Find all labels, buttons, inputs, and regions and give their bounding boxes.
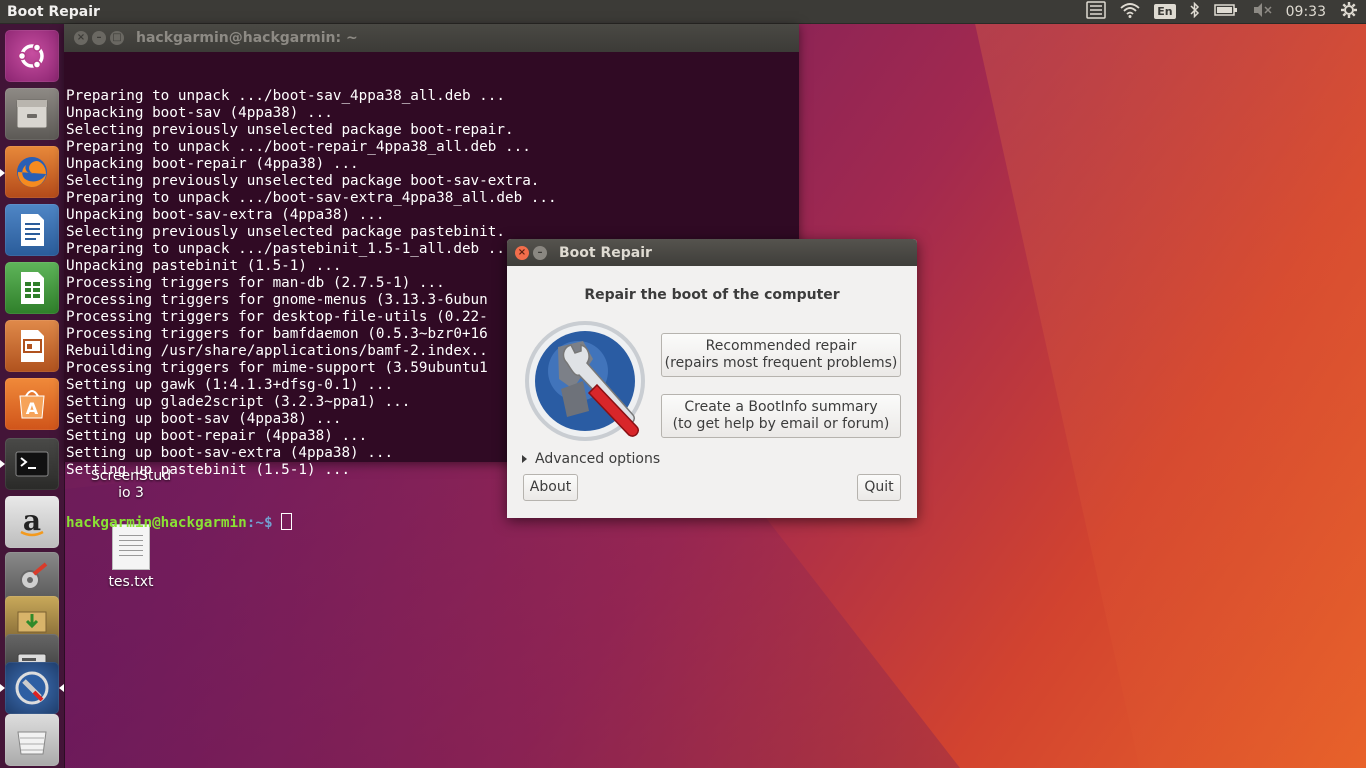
button-sublabel: (to get help by email or forum) [672, 416, 890, 432]
boot-repair-dialog[interactable]: × – Boot Repair Repair the boot of the c… [507, 239, 917, 518]
session-gear-icon[interactable] [1340, 1, 1358, 23]
boot-repair-logo-icon [525, 321, 645, 441]
keyboard-layout-indicator[interactable]: En [1154, 4, 1176, 19]
ubuntu-dash-icon [17, 43, 44, 69]
firefox-icon [17, 157, 47, 188]
writer-icon [21, 214, 44, 246]
clock[interactable]: 09:33 [1286, 4, 1326, 20]
trash-icon [17, 731, 47, 755]
amazon-icon: a [20, 504, 44, 537]
terminal-button[interactable] [5, 438, 59, 490]
dialog-heading: Repair the boot of the computer [584, 287, 840, 303]
maximize-icon[interactable]: □ [110, 31, 124, 45]
terminal-line: Unpacking boot-sav (4ppa38) ... [66, 105, 333, 121]
button-label: Create a BootInfo summary [684, 399, 878, 415]
active-app-title: Boot Repair [7, 3, 100, 20]
dialog-titlebar[interactable]: × – Boot Repair [507, 239, 917, 266]
terminal-title: hackgarmin@hackgarmin: ~ [136, 30, 358, 46]
terminal-line: Selecting previously unselected package … [66, 173, 540, 189]
files-icon [16, 99, 48, 129]
unity-launcher: A a [0, 24, 65, 768]
wifi-icon[interactable] [1120, 2, 1140, 22]
prompt-path: :~$ [246, 515, 282, 531]
trash-button[interactable] [5, 714, 59, 766]
prompt-user: hackgarmin@hackgarmin [66, 515, 247, 531]
system-settings-icon [20, 562, 48, 590]
minimize-icon[interactable]: – [92, 31, 106, 45]
recommended-repair-button[interactable]: Recommended repair (repairs most frequen… [661, 333, 901, 377]
close-icon[interactable]: × [515, 245, 529, 260]
top-panel: Boot Repair En 09:33 [0, 0, 1366, 24]
boot-repair-icon [15, 671, 49, 705]
firefox-button[interactable] [5, 146, 59, 198]
bluetooth-icon[interactable] [1190, 1, 1200, 22]
terminal-titlebar[interactable]: × – □ hackgarmin@hackgarmin: ~ [64, 24, 799, 52]
calc-icon [21, 272, 44, 304]
libreoffice-writer-button[interactable] [5, 204, 59, 256]
terminal-line: Preparing to unpack .../boot-sav_4ppa38_… [66, 88, 505, 104]
software-center-icon: A [19, 390, 45, 419]
button-sublabel: (repairs most frequent problems) [664, 355, 898, 371]
button-label: Recommended repair [705, 338, 857, 354]
impress-icon [21, 330, 44, 362]
terminal-line: Preparing to unpack .../boot-repair_4ppa… [66, 139, 531, 155]
close-icon[interactable]: × [74, 31, 88, 45]
expander-arrow-icon [522, 455, 527, 463]
minimize-icon[interactable]: – [533, 245, 547, 260]
terminal-cursor [281, 513, 293, 530]
advanced-options-label: Advanced options [535, 451, 661, 467]
svg-text:a: a [23, 504, 41, 537]
libreoffice-impress-button[interactable] [5, 320, 59, 372]
software-center-button[interactable]: A [5, 378, 59, 430]
libreoffice-calc-button[interactable] [5, 262, 59, 314]
advanced-options-expander[interactable]: Advanced options [522, 451, 660, 467]
terminal-line: Unpacking boot-sav-extra (4ppa38) ... [66, 207, 385, 223]
battery-icon[interactable] [1213, 3, 1238, 21]
dialog-title: Boot Repair [559, 244, 652, 261]
quit-button[interactable]: Quit [857, 474, 901, 501]
amazon-button[interactable]: a [5, 496, 59, 548]
terminal-line: Selecting previously unselected package … [66, 122, 514, 138]
terminal-line: Preparing to unpack .../boot-sav-extra_4… [66, 190, 557, 206]
indicator-area: En 09:33 [1086, 0, 1366, 23]
terminal-line: Unpacking boot-repair (4ppa38) ... [66, 156, 359, 172]
desktop-icon-label: tes.txt [108, 574, 154, 590]
create-bootinfo-summary-button[interactable]: Create a BootInfo summary (to get help b… [661, 394, 901, 438]
boot-repair-launcher-button[interactable] [5, 662, 59, 714]
volume-muted-icon[interactable] [1252, 2, 1272, 22]
ubuntu-dash-button[interactable] [5, 30, 59, 82]
svg-text:A: A [26, 399, 39, 418]
files-button[interactable] [5, 88, 59, 140]
terminal-icon [15, 451, 49, 477]
messaging-menu-icon[interactable] [1086, 0, 1107, 23]
about-button[interactable]: About [523, 474, 578, 501]
